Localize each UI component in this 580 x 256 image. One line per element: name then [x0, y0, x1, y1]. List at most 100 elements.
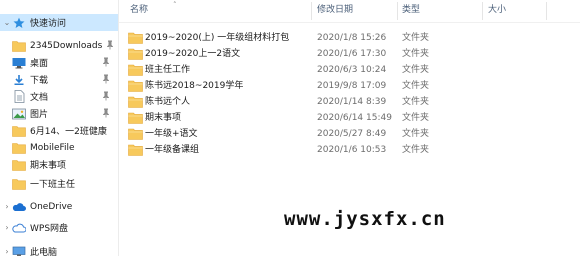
nav-item-desktop[interactable]: 桌面	[0, 54, 118, 71]
file-type: 文件夹	[402, 97, 430, 107]
folder-icon	[12, 141, 26, 154]
folder-icon	[12, 158, 26, 171]
folder-icon	[128, 80, 143, 92]
nav-item-downloads[interactable]: 下载	[0, 71, 118, 88]
folder-icon	[128, 64, 143, 76]
watermark: www.jysxfx.cn	[284, 204, 446, 234]
cloud-icon	[12, 200, 26, 213]
watermark-text: www.jysxfx.cn	[284, 208, 446, 230]
column-divider[interactable]	[482, 2, 483, 20]
column-header-row: ˄ 名称 修改日期 类型 大小	[119, 0, 580, 23]
folder-icon	[12, 39, 26, 52]
file-row[interactable]: 一年级+语文 2020/5/27 8:49 文件夹	[119, 126, 580, 142]
folder-icon	[128, 112, 143, 124]
file-type: 文件夹	[402, 81, 430, 91]
nav-item-quick-access[interactable]: ⌄ 快速访问	[0, 14, 118, 31]
file-type: 文件夹	[402, 145, 430, 155]
file-date: 2020/6/3 10:24	[317, 65, 387, 75]
column-divider[interactable]	[546, 2, 547, 20]
star-icon	[12, 16, 26, 29]
file-name: 2019~2020上一2语文	[145, 49, 241, 59]
folder-icon	[12, 124, 26, 137]
nav-item-folder-health[interactable]: 6月14、一2班健康	[0, 122, 118, 139]
nav-item-label: WPS网盘	[30, 224, 69, 234]
file-name: 一年级备课组	[145, 145, 200, 155]
nav-item-this-pc[interactable]: › 此电脑	[0, 243, 118, 256]
column-header-size[interactable]: 大小	[488, 0, 548, 22]
nav-item-label: 此电脑	[30, 248, 58, 256]
nav-item-onedrive[interactable]: › OneDrive	[0, 198, 118, 215]
nav-item-mobilefile[interactable]: MobileFile	[0, 139, 118, 156]
file-date: 2020/1/8 15:26	[317, 33, 387, 43]
column-header-type[interactable]: 类型	[402, 0, 482, 22]
file-date: 2020/5/27 8:49	[317, 129, 387, 139]
file-name: 2019~2020(上) 一年级组材料打包	[145, 33, 290, 43]
file-date: 2019/9/8 17:09	[317, 81, 387, 91]
file-type: 文件夹	[402, 113, 430, 123]
file-row[interactable]: 期末事项 2020/6/14 15:49 文件夹	[119, 110, 580, 126]
column-header-date[interactable]: 修改日期	[317, 0, 397, 22]
nav-item-wps-cloud[interactable]: › WPS网盘	[0, 219, 118, 236]
file-type: 文件夹	[402, 49, 430, 59]
nav-item-label: 下载	[30, 76, 49, 86]
file-type: 文件夹	[402, 129, 430, 139]
file-row[interactable]: 2019~2020上一2语文 2020/1/6 17:30 文件夹	[119, 46, 580, 62]
nav-item-label: OneDrive	[30, 201, 73, 212]
wps-cloud-icon	[12, 221, 26, 234]
file-name: 陈书远个人	[145, 97, 191, 107]
folder-icon	[128, 96, 143, 108]
nav-item-class-teacher[interactable]: 一下班主任	[0, 175, 118, 192]
pin-icon	[102, 91, 110, 101]
pin-icon	[102, 74, 110, 84]
column-divider[interactable]	[311, 2, 312, 20]
desktop-icon	[12, 56, 26, 69]
nav-item-label: 一下班主任	[30, 180, 76, 190]
folder-icon	[128, 48, 143, 60]
pin-icon	[102, 108, 110, 118]
navigation-pane: ⌄ 快速访问 2345Downloads 桌面 下载 文档 图片 6月14、一2…	[0, 0, 119, 256]
nav-item-label: 图片	[30, 110, 49, 120]
nav-item-pictures[interactable]: 图片	[0, 105, 118, 122]
nav-item-label: MobileFile	[30, 142, 75, 153]
pin-icon	[102, 57, 110, 67]
folder-icon	[128, 128, 143, 140]
chevron-down-icon[interactable]: ⌄	[2, 18, 12, 27]
file-row[interactable]: 一年级备课组 2020/1/6 10:53 文件夹	[119, 142, 580, 158]
computer-icon	[12, 245, 26, 256]
chevron-right-icon[interactable]: ›	[2, 247, 12, 256]
nav-item-final-matters[interactable]: 期末事项	[0, 156, 118, 173]
column-divider[interactable]	[397, 2, 398, 20]
file-name: 陈书远2018~2019学年	[145, 81, 244, 91]
nav-item-label: 2345Downloads	[30, 40, 103, 51]
folder-icon	[12, 177, 26, 190]
file-date: 2020/1/6 10:53	[317, 145, 387, 155]
nav-item-documents[interactable]: 文档	[0, 88, 118, 105]
pin-icon	[106, 40, 114, 50]
file-date: 2020/1/14 8:39	[317, 97, 387, 107]
file-type: 文件夹	[402, 33, 430, 43]
file-name: 班主任工作	[145, 65, 191, 75]
nav-item-label: 快速访问	[30, 19, 67, 29]
file-row[interactable]: 陈书远个人 2020/1/14 8:39 文件夹	[119, 94, 580, 110]
nav-item-label: 6月14、一2班健康	[30, 127, 107, 137]
file-row[interactable]: 2019~2020(上) 一年级组材料打包 2020/1/8 15:26 文件夹	[119, 30, 580, 46]
nav-item-label: 桌面	[30, 59, 49, 69]
file-name: 期末事项	[145, 113, 182, 123]
chevron-right-icon[interactable]: ›	[2, 223, 12, 232]
file-row[interactable]: 班主任工作 2020/6/3 10:24 文件夹	[119, 62, 580, 78]
folder-icon	[128, 32, 143, 44]
picture-icon	[12, 107, 26, 120]
nav-item-2345downloads[interactable]: 2345Downloads	[0, 37, 118, 54]
column-header-name[interactable]: 名称	[130, 0, 310, 22]
download-icon	[12, 73, 26, 86]
folder-icon	[128, 144, 143, 156]
file-name: 一年级+语文	[145, 129, 198, 139]
nav-item-label: 文档	[30, 93, 49, 103]
nav-item-label: 期末事项	[30, 161, 67, 171]
file-date: 2020/6/14 15:49	[317, 113, 392, 123]
document-icon	[12, 90, 26, 103]
file-row[interactable]: 陈书远2018~2019学年 2019/9/8 17:09 文件夹	[119, 78, 580, 94]
file-type: 文件夹	[402, 65, 430, 75]
chevron-right-icon[interactable]: ›	[2, 202, 12, 211]
file-date: 2020/1/6 17:30	[317, 49, 387, 59]
